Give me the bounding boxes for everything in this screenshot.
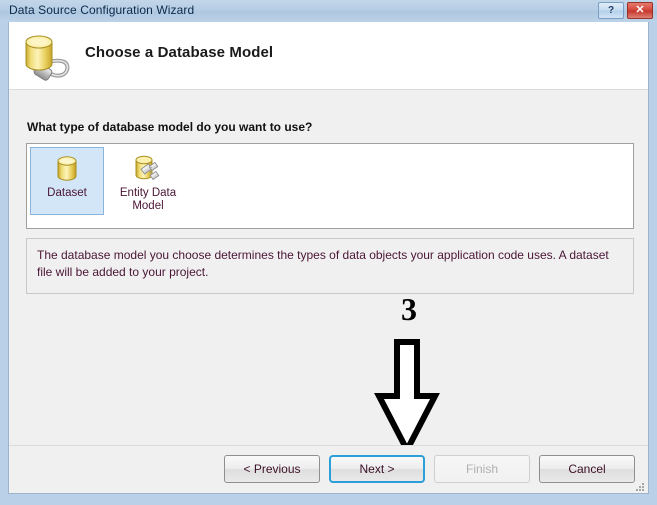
database-cylinder-icon (50, 152, 84, 186)
title-bar[interactable]: Data Source Configuration Wizard ? ✕ (0, 0, 657, 22)
cancel-button[interactable]: Cancel (539, 455, 635, 483)
close-button[interactable]: ✕ (627, 2, 653, 19)
client-area: Choose a Database Model What type of dat… (8, 22, 649, 494)
database-plug-icon (17, 28, 79, 84)
button-row: < Previous Next > Finish Cancel (224, 455, 635, 483)
window-title: Data Source Configuration Wizard (9, 3, 195, 17)
previous-button[interactable]: < Previous (224, 455, 320, 483)
option-dataset[interactable]: Dataset (30, 147, 104, 215)
prompt-label: What type of database model do you want … (27, 120, 313, 134)
description-text: The database model you choose determines… (37, 248, 609, 279)
entity-data-model-icon (131, 152, 165, 186)
finish-button: Finish (434, 455, 530, 483)
down-arrow-icon (371, 336, 443, 457)
wizard-window: Data Source Configuration Wizard ? ✕ Cho… (0, 0, 657, 505)
wizard-body: What type of database model do you want … (9, 91, 648, 457)
wizard-footer: < Previous Next > Finish Cancel (9, 445, 648, 493)
help-icon: ? (607, 4, 615, 16)
next-button[interactable]: Next > (329, 455, 425, 483)
close-icon: ✕ (635, 4, 645, 16)
description-panel: The database model you choose determines… (26, 238, 634, 294)
help-button[interactable]: ? (598, 2, 624, 19)
option-dataset-label: Dataset (47, 187, 87, 199)
annotation-step-number: 3 (401, 291, 417, 327)
resize-grip[interactable] (634, 480, 646, 492)
wizard-header: Choose a Database Model (9, 22, 648, 90)
option-entity-data-model[interactable]: Entity Data Model (111, 147, 185, 215)
page-title: Choose a Database Model (85, 44, 274, 61)
title-bar-buttons: ? ✕ (598, 2, 653, 19)
database-model-listbox[interactable]: Dataset Entity Data Model (26, 143, 634, 229)
option-entity-data-model-label: Entity Data Model (119, 187, 177, 212)
